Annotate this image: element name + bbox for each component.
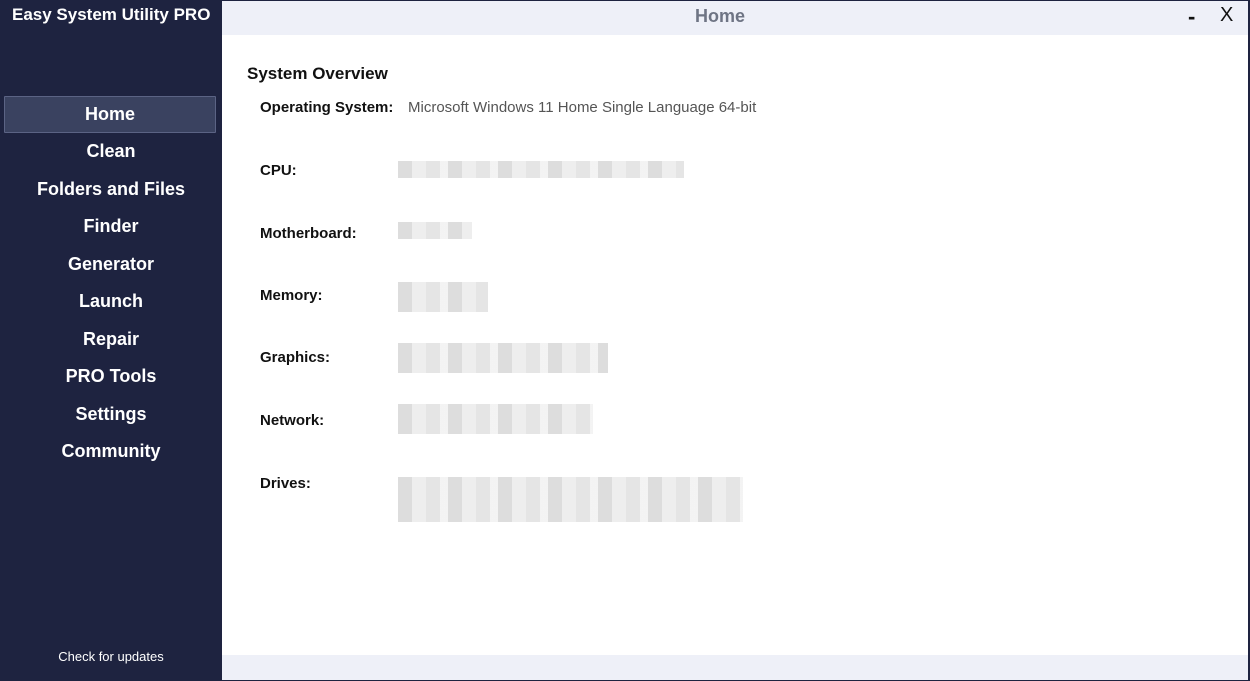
network-label: Network:	[260, 412, 325, 429]
drives-value-redacted	[398, 477, 743, 522]
check-for-updates-link[interactable]: Check for updates	[0, 649, 222, 664]
app-title: Easy System Utility PRO	[12, 5, 211, 24]
close-button[interactable]: X	[1220, 4, 1233, 27]
motherboard-value-redacted	[398, 222, 472, 239]
motherboard-label: Motherboard:	[260, 225, 357, 242]
drives-label: Drives:	[260, 475, 311, 492]
cpu-label: CPU:	[260, 162, 297, 179]
graphics-value-redacted	[398, 343, 608, 373]
sidebar: Easy System Utility PRO Home Clean Folde…	[0, 0, 222, 681]
sidebar-nav: Home Clean Folders and Files Finder Gene…	[0, 96, 222, 471]
graphics-label: Graphics:	[260, 349, 331, 366]
sidebar-item-clean[interactable]: Clean	[0, 133, 222, 171]
cpu-value-redacted	[398, 161, 684, 178]
sidebar-item-folders-and-files[interactable]: Folders and Files	[0, 171, 222, 209]
os-label: Operating System:	[260, 99, 394, 116]
status-bar	[222, 655, 1248, 680]
sidebar-item-home[interactable]: Home	[4, 96, 216, 133]
sidebar-item-repair[interactable]: Repair	[0, 321, 222, 359]
sidebar-item-pro-tools[interactable]: PRO Tools	[0, 358, 222, 396]
sidebar-item-launch[interactable]: Launch	[0, 283, 222, 321]
sidebar-item-finder[interactable]: Finder	[0, 208, 222, 246]
sidebar-item-community[interactable]: Community	[0, 433, 222, 471]
main-panel: Home - X System Overview Operating Syste…	[222, 1, 1248, 680]
network-value-redacted	[398, 404, 593, 434]
title-bar: Home - X	[222, 1, 1248, 35]
os-value: Microsoft Windows 11 Home Single Languag…	[408, 99, 757, 116]
memory-label: Memory:	[260, 287, 323, 304]
sidebar-item-generator[interactable]: Generator	[0, 246, 222, 284]
memory-value-redacted	[398, 282, 488, 312]
section-title: System Overview	[247, 64, 388, 83]
minimize-button[interactable]: -	[1188, 4, 1195, 30]
sidebar-item-settings[interactable]: Settings	[0, 396, 222, 434]
page-title: Home	[694, 6, 745, 26]
